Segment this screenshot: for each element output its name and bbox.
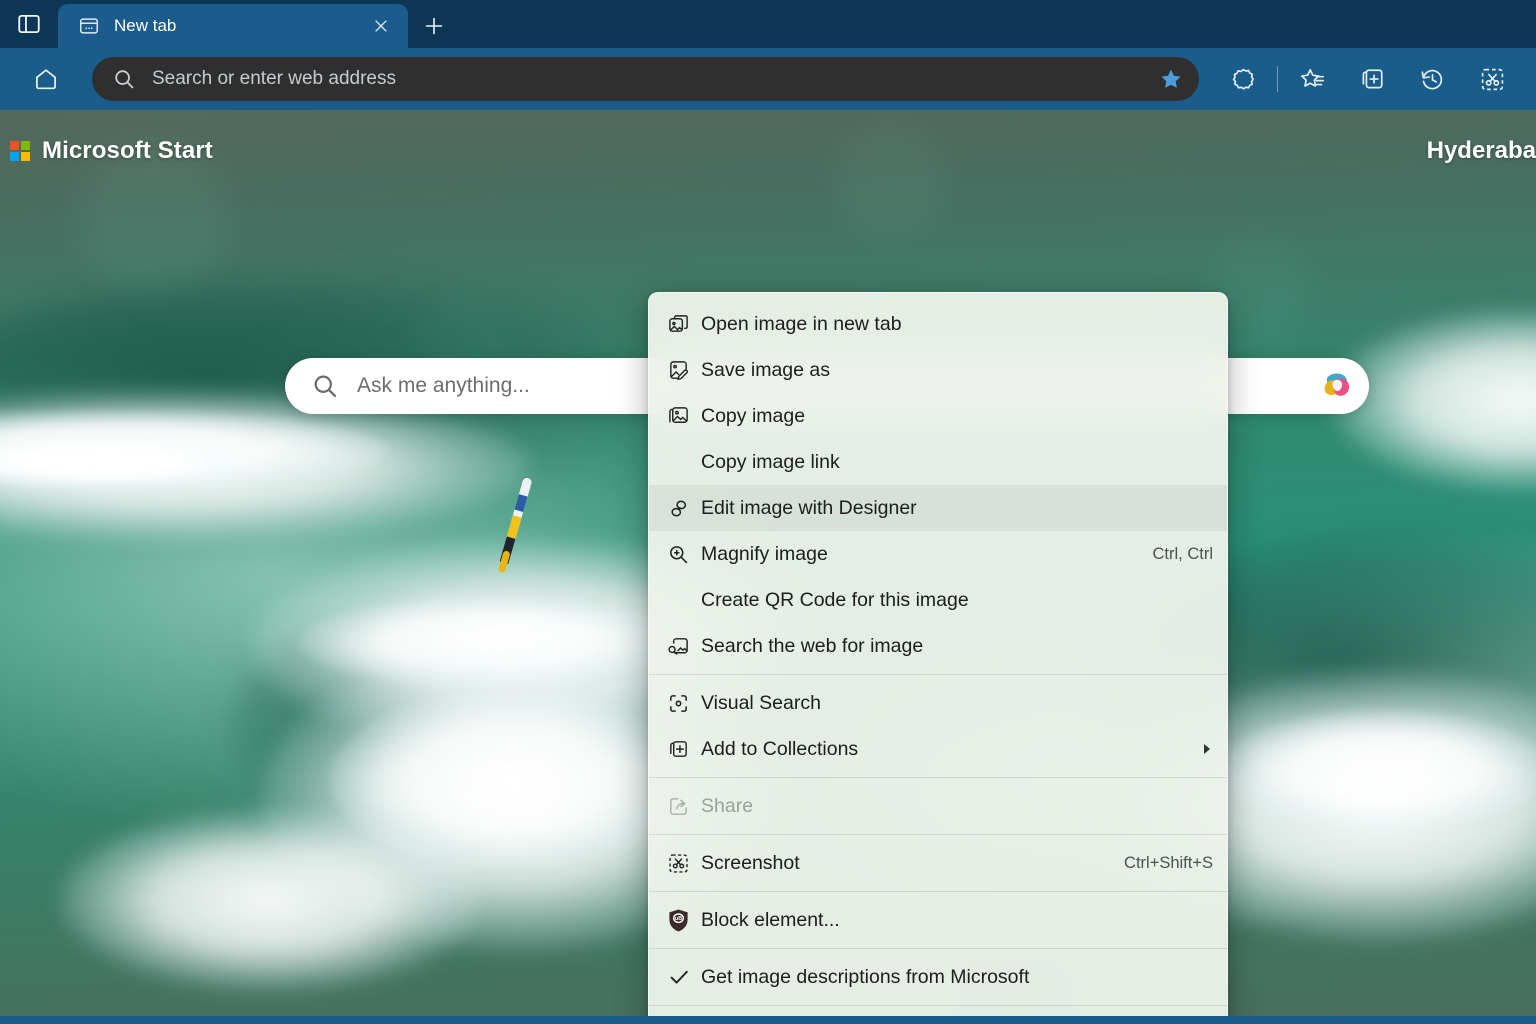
menu-item-label: Save image as (701, 358, 830, 381)
menu-item-label: Screenshot (701, 851, 800, 874)
menu-item-label: Add to Collections (701, 737, 859, 760)
image-context-menu[interactable]: Open image in new tab Save image as Copy… (648, 292, 1228, 1016)
menu-item-visual-search[interactable]: Visual Search (649, 680, 1227, 726)
menu-item-share: Share (649, 783, 1227, 829)
menu-item-label: Magnify image (701, 542, 828, 565)
menu-item-label: Get image descriptions from Microsoft (701, 965, 1030, 988)
foam-crest (60, 810, 480, 990)
menu-item-label: Block element... (701, 908, 840, 931)
designer-icon (667, 497, 701, 520)
menu-separator (649, 777, 1227, 778)
menu-item-open-image-in-new-tab[interactable]: Open image in new tab (649, 301, 1227, 347)
menu-item-label: Create QR Code for this image (701, 588, 969, 611)
context-menu-group: uB Block element... (649, 895, 1227, 945)
menu-separator (649, 948, 1227, 949)
menu-item-label: Visual Search (701, 691, 821, 714)
context-menu-group: Inspect (649, 1009, 1227, 1016)
menu-item-screenshot[interactable]: Screenshot Ctrl+Shift+S (649, 840, 1227, 886)
close-icon[interactable] (364, 9, 398, 43)
menu-item-search-the-web-for-image[interactable]: Search the web for image (649, 623, 1227, 669)
menu-item-get-image-descriptions[interactable]: Get image descriptions from Microsoft (649, 954, 1227, 1000)
ms-start-brand[interactable]: Microsoft Start (10, 137, 213, 165)
menu-item-copy-image-link[interactable]: Copy image link (649, 439, 1227, 485)
copilot-sidebar-icon[interactable] (1213, 56, 1273, 102)
open-in-new-tab-image-icon (667, 313, 701, 336)
visual-search-icon (667, 692, 701, 715)
ublock-shield-icon: uB (667, 908, 701, 933)
foam-crest (1220, 710, 1536, 830)
address-input[interactable]: Search or enter web address (152, 68, 1149, 90)
browser-tab-new-tab[interactable]: New tab (58, 4, 408, 48)
menu-separator (649, 1005, 1227, 1006)
menu-item-block-element[interactable]: uB Block element... (649, 897, 1227, 943)
search-icon (311, 372, 339, 400)
menu-item-label: Share (701, 794, 754, 817)
add-to-collections-icon (667, 738, 701, 761)
menu-item-label: Copy image (701, 404, 806, 427)
search-icon (112, 67, 136, 91)
page-content: Microsoft Start Hyderaba Ask me anything… (0, 110, 1536, 1016)
menu-separator (649, 674, 1227, 675)
context-menu-group: Open image in new tab Save image as Copy… (649, 299, 1227, 671)
star-filled-icon[interactable] (1149, 59, 1193, 99)
menu-separator (649, 834, 1227, 835)
collections-icon[interactable] (1342, 56, 1402, 102)
menu-item-create-qr-code[interactable]: Create QR Code for this image (649, 577, 1227, 623)
surfer-figure (498, 477, 532, 573)
menu-item-copy-image[interactable]: Copy image (649, 393, 1227, 439)
copilot-icon[interactable] (1313, 364, 1361, 408)
screenshot-icon[interactable] (1462, 56, 1522, 102)
window-bottom-edge (0, 1016, 1536, 1024)
location-label: Hyderaba (1426, 137, 1536, 164)
ms-start-header: Microsoft Start Hyderaba (0, 110, 1536, 192)
menu-item-label: Copy image link (701, 450, 840, 473)
context-menu-group: Share (649, 781, 1227, 831)
tab-strip: New tab (0, 0, 1536, 48)
microsoft-logo-icon (10, 141, 30, 161)
menu-item-label: Search the web for image (701, 634, 924, 657)
menu-item-edit-image-with-designer[interactable]: Edit image with Designer (649, 485, 1227, 531)
menu-item-save-image-as[interactable]: Save image as (649, 347, 1227, 393)
checkmark-icon (667, 965, 701, 989)
magnify-image-icon (667, 543, 701, 566)
toolbar-separator (1277, 66, 1278, 92)
favorites-icon[interactable] (1282, 56, 1342, 102)
share-icon (667, 795, 701, 818)
menu-item-label: Edit image with Designer (701, 496, 917, 519)
screenshot-icon (667, 852, 701, 875)
toolbar-icon-group (1213, 56, 1536, 102)
history-icon[interactable] (1402, 56, 1462, 102)
menu-item-accelerator: Ctrl+Shift+S (1124, 853, 1213, 872)
new-tab-button[interactable] (408, 4, 460, 48)
home-button[interactable] (0, 57, 92, 101)
svg-text:uB: uB (675, 916, 682, 922)
context-menu-group: Screenshot Ctrl+Shift+S (649, 838, 1227, 888)
ms-start-title: Microsoft Start (42, 137, 213, 164)
menu-item-magnify-image[interactable]: Magnify image Ctrl, Ctrl (649, 531, 1227, 577)
browser-window: Microsoft Start Hyderaba Ask me anything… (0, 0, 1536, 1024)
tab-title: New tab (114, 16, 177, 35)
browser-toolbar: Search or enter web address (0, 48, 1536, 110)
newtab-icon (76, 13, 102, 39)
chevron-right-icon (1191, 742, 1213, 756)
search-web-image-icon (667, 635, 701, 658)
copy-image-icon (667, 405, 701, 428)
sidebar-toggle-button[interactable] (0, 0, 58, 48)
menu-separator (649, 891, 1227, 892)
menu-item-accelerator: Ctrl, Ctrl (1152, 544, 1214, 563)
menu-item-add-to-collections[interactable]: Add to Collections (649, 726, 1227, 772)
address-bar[interactable]: Search or enter web address (92, 57, 1199, 101)
menu-item-label: Open image in new tab (701, 312, 902, 335)
save-image-icon (667, 359, 701, 382)
context-menu-group: Visual Search Add to Collections (649, 678, 1227, 774)
context-menu-group: Get image descriptions from Microsoft (649, 952, 1227, 1002)
